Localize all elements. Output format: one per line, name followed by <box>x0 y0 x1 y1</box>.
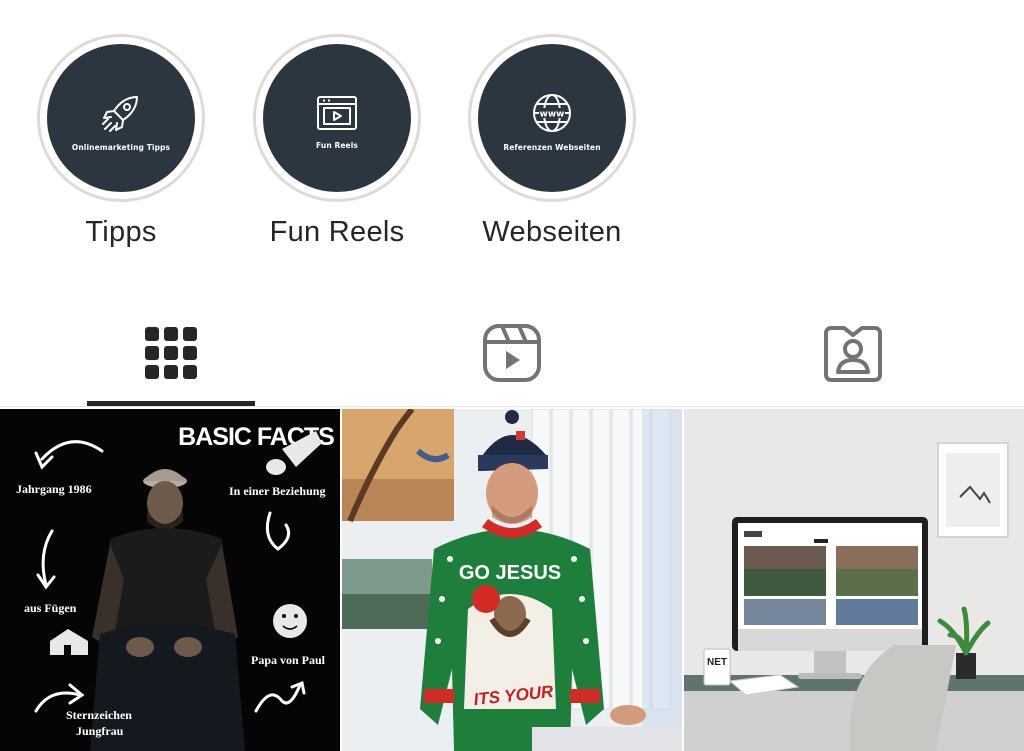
highlight-cover-caption: Onlinemarketing Tipps <box>71 142 171 152</box>
highlight-tipps[interactable]: Onlinemarketing Tipps Tipps <box>36 34 206 249</box>
globe-www-icon: www <box>533 93 571 132</box>
tab-posts[interactable] <box>86 318 256 388</box>
highlight-webseiten[interactable]: www Referenzen Webseiten Webseiten <box>467 34 637 249</box>
smiley-icon <box>273 604 307 638</box>
tab-divider <box>0 406 1024 407</box>
highlight-ring: Onlinemarketing Tipps <box>37 34 205 202</box>
arrow-doodle <box>41 529 54 587</box>
highlight-ring: www Referenzen Webseiten <box>468 34 636 202</box>
fact-text: Jahrgang 1986 <box>16 482 92 496</box>
grid-post-website-mockup[interactable]: NET <box>684 409 1024 751</box>
highlight-cover-caption: Fun Reels <box>316 140 358 150</box>
fact-text: Jungfrau <box>76 724 124 738</box>
highlight-label: Fun Reels <box>269 216 405 248</box>
arrow-doodle <box>254 683 302 713</box>
fact-text: Sternzeichen <box>66 708 132 722</box>
highlight-label: Webseiten <box>482 216 622 248</box>
arrow-doodle <box>265 511 291 551</box>
rocket-icon <box>102 95 138 132</box>
tagged-person-icon <box>824 326 882 382</box>
highlight-cover: Fun Reels <box>263 44 411 192</box>
tab-tagged[interactable] <box>768 318 938 388</box>
highlight-ring: Fun Reels <box>253 34 421 202</box>
fact-text: In einer Beziehung <box>229 484 325 498</box>
fact-text: aus Fügen <box>24 601 77 615</box>
cup-text: NET <box>707 657 727 668</box>
video-player-icon <box>317 95 357 130</box>
highlight-fun-reels[interactable]: Fun Reels Fun Reels <box>252 34 422 249</box>
highlight-cover: www Referenzen Webseiten <box>478 44 626 192</box>
tab-reels[interactable] <box>427 318 597 388</box>
fact-text: Papa von Paul <box>251 653 326 667</box>
svg-text:www: www <box>540 109 565 119</box>
highlight-cover: Onlinemarketing Tipps <box>47 44 195 192</box>
grid-icon <box>145 327 197 379</box>
highlight-label: Tipps <box>85 216 157 248</box>
grid-post-christmas-sweater[interactable]: GO JESUS ITS YOUR <box>342 409 682 751</box>
sweater-text-top: GO JESUS <box>459 562 561 584</box>
grid-post-basic-facts[interactable]: BASIC FACTS Jahrgang 1986 In einer Bezie… <box>0 409 340 751</box>
highlight-cover-caption: Referenzen Webseiten <box>503 142 601 152</box>
house-icon <box>50 629 88 655</box>
reels-icon <box>483 324 541 382</box>
